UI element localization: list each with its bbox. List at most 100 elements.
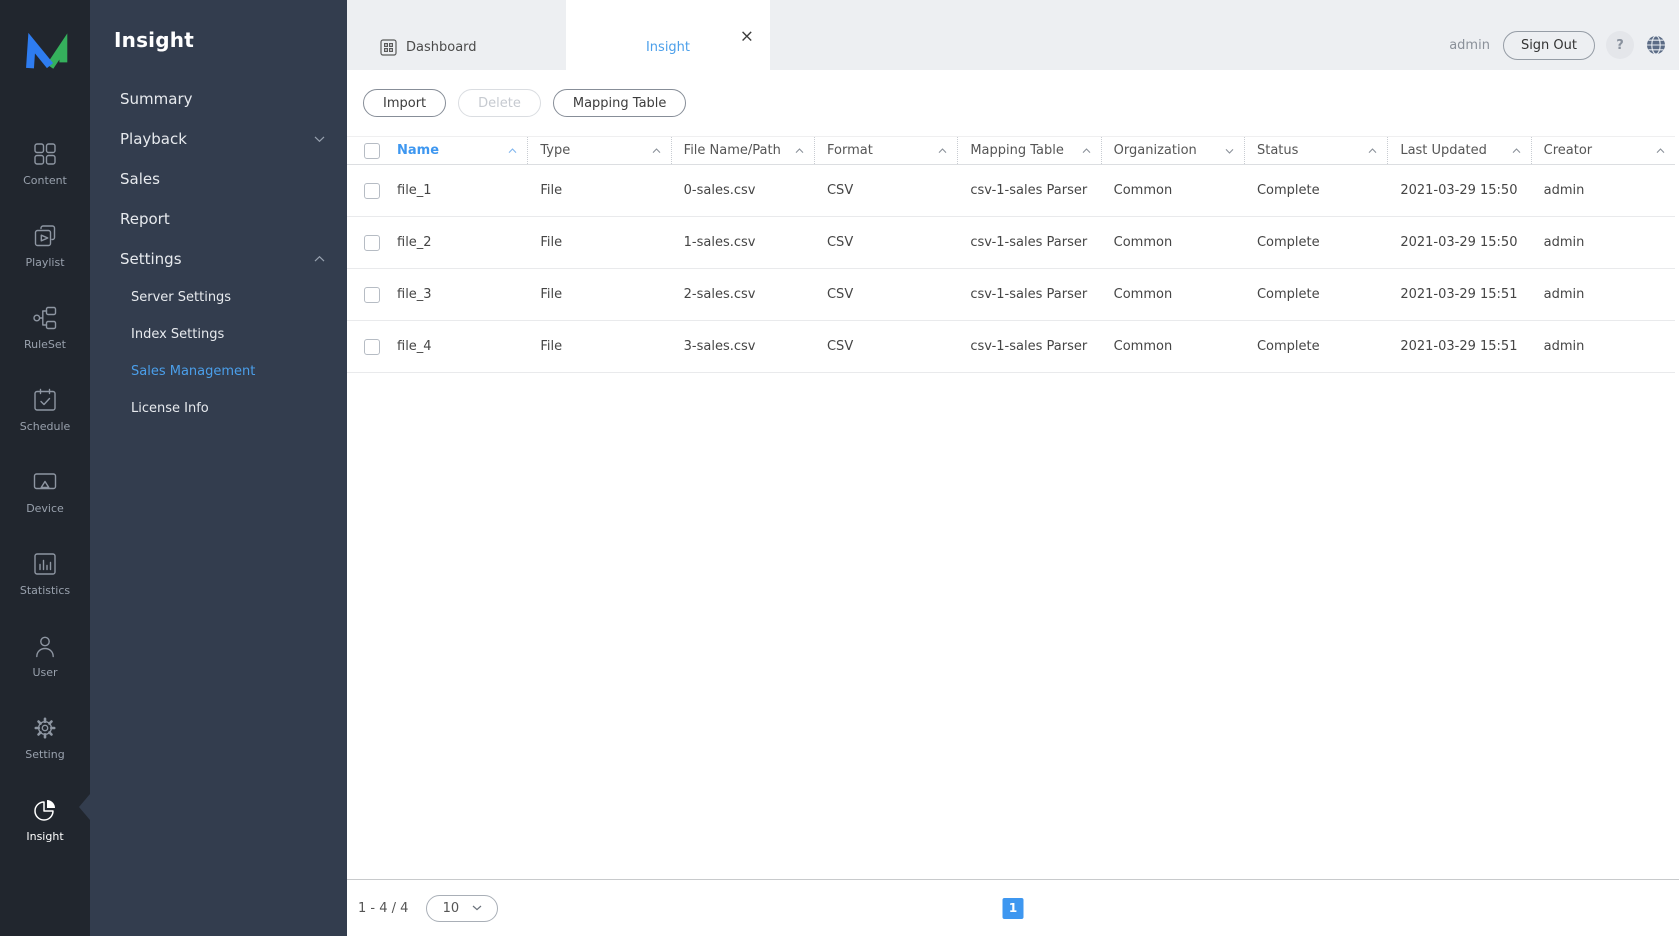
column-header-mapping-table[interactable]: Mapping Table — [958, 137, 1101, 164]
table-row[interactable]: file_2File1-sales.csvCSVcsv-1-sales Pars… — [347, 217, 1675, 269]
column-label: Type — [540, 143, 570, 158]
column-header-type[interactable]: Type — [528, 137, 671, 164]
sidebar-item-license-info[interactable]: License Info — [90, 390, 347, 427]
column-header-creator[interactable]: Creator — [1532, 137, 1675, 164]
rail-item-insight[interactable]: Insight — [0, 796, 90, 848]
rail-item-content[interactable]: Content — [0, 140, 90, 192]
insight-menu-panel: Insight SummaryPlaybackSalesReportSettin… — [90, 0, 347, 936]
column-header-format[interactable]: Format — [815, 137, 958, 164]
cell-type: File — [528, 235, 671, 250]
rail-item-label: RuleSet — [24, 338, 66, 351]
chevron-up-icon — [314, 256, 325, 263]
content-icon — [32, 140, 58, 167]
sidebar-item-server-settings[interactable]: Server Settings — [90, 279, 347, 316]
page-size-value: 10 — [443, 901, 460, 916]
rail-item-user[interactable]: User — [0, 632, 90, 684]
page-size-dropdown[interactable]: 10 — [426, 895, 498, 922]
row-checkbox[interactable] — [364, 235, 380, 251]
rail-item-label: Insight — [26, 830, 63, 843]
row-checkbox[interactable] — [364, 339, 380, 355]
table-row[interactable]: file_4File3-sales.csvCSVcsv-1-sales Pars… — [347, 321, 1675, 373]
page-button-1[interactable]: 1 — [1003, 898, 1024, 919]
rail-item-device[interactable]: Device — [0, 468, 90, 520]
column-label: Status — [1257, 143, 1298, 158]
sidebar-item-report[interactable]: Report — [90, 199, 347, 239]
sort-asc-icon — [1656, 148, 1665, 154]
sidebar-item-index-settings[interactable]: Index Settings — [90, 316, 347, 353]
sort-asc-icon — [1082, 148, 1091, 154]
files-table: Name Type File Name/PathFormat Mapping Tabl… — [347, 136, 1675, 373]
sign-out-button[interactable]: Sign Out — [1503, 31, 1595, 60]
rail-item-schedule[interactable]: Schedule — [0, 386, 90, 438]
cell-name: file_2 — [385, 235, 528, 250]
cell-file-name-path: 1-sales.csv — [672, 235, 815, 250]
user-icon — [32, 632, 58, 659]
cell-mapping-table: csv-1-sales Parser — [958, 287, 1101, 302]
rail-item-statistics[interactable]: Statistics — [0, 550, 90, 602]
cell-format: CSV — [815, 183, 958, 198]
sidebar-item-sales-management[interactable]: Sales Management — [90, 353, 347, 390]
dashboard-icon — [380, 39, 397, 56]
tabs-container: Dashboard Insight × — [347, 0, 770, 70]
delete-button: Delete — [458, 89, 541, 117]
main-area: Dashboard Insight × admin Sign Out ? Impor… — [347, 0, 1679, 936]
column-label: Mapping Table — [970, 143, 1064, 158]
column-header-file-name-path[interactable]: File Name/Path — [672, 137, 815, 164]
rail-item-setting[interactable]: Setting — [0, 714, 90, 766]
rail-item-label: Device — [26, 502, 64, 515]
column-label: Name — [397, 143, 439, 158]
sidebar-item-summary[interactable]: Summary — [90, 79, 347, 119]
column-header-last-updated[interactable]: Last Updated — [1388, 137, 1531, 164]
rail-item-playlist[interactable]: Playlist — [0, 222, 90, 274]
column-label: Last Updated — [1400, 143, 1487, 158]
cell-type: File — [528, 287, 671, 302]
toolbar: Import Delete Mapping Table — [347, 70, 1679, 136]
sidebar-item-playback[interactable]: Playback — [90, 119, 347, 159]
column-header-organization[interactable]: Organization — [1102, 137, 1245, 164]
device-icon — [32, 468, 58, 495]
table-row[interactable]: file_3File2-sales.csvCSVcsv-1-sales Pars… — [347, 269, 1675, 321]
panel-title: Insight — [90, 28, 347, 52]
cell-status: Complete — [1245, 339, 1388, 354]
cell-organization: Common — [1102, 183, 1245, 198]
tab-label: Dashboard — [406, 40, 477, 55]
magicinfo-logo[interactable] — [0, 0, 90, 100]
cell-organization: Common — [1102, 339, 1245, 354]
select-all-checkbox[interactable] — [364, 143, 380, 159]
sidebar-item-sales[interactable]: Sales — [90, 159, 347, 199]
column-header-status[interactable]: Status — [1245, 137, 1388, 164]
cell-organization: Common — [1102, 287, 1245, 302]
row-checkbox[interactable] — [364, 287, 380, 303]
help-button[interactable]: ? — [1606, 31, 1634, 59]
cell-last-updated: 2021-03-29 15:51 — [1388, 339, 1531, 354]
sort-asc-icon — [795, 148, 804, 154]
tab-label: Insight — [646, 40, 690, 55]
close-icon[interactable]: × — [740, 29, 754, 46]
cell-creator: admin — [1532, 235, 1675, 250]
table-row[interactable]: file_1File0-sales.csvCSVcsv-1-sales Pars… — [347, 165, 1675, 217]
mapping-table-button[interactable]: Mapping Table — [553, 89, 687, 117]
username: admin — [1449, 38, 1490, 53]
tab-dashboard[interactable]: Dashboard — [347, 0, 566, 70]
rail-item-label: User — [32, 666, 57, 679]
statistics-icon — [32, 550, 58, 577]
column-header-name[interactable]: Name — [385, 137, 528, 164]
sort-asc-icon — [652, 148, 661, 154]
schedule-icon — [32, 386, 58, 413]
table-body: file_1File0-sales.csvCSVcsv-1-sales Pars… — [347, 165, 1675, 373]
rail-item-ruleset[interactable]: RuleSet — [0, 304, 90, 356]
import-button[interactable]: Import — [363, 89, 446, 117]
insight-icon — [32, 796, 58, 823]
cell-format: CSV — [815, 287, 958, 302]
tab-insight[interactable]: Insight × — [566, 0, 770, 70]
rail-item-label: Playlist — [25, 256, 64, 269]
globe-icon[interactable] — [1645, 34, 1667, 56]
sort-asc-icon — [938, 148, 947, 154]
row-checkbox-cell — [347, 339, 385, 355]
row-checkbox[interactable] — [364, 183, 380, 199]
ruleset-icon — [32, 304, 58, 331]
cell-file-name-path: 2-sales.csv — [672, 287, 815, 302]
cell-creator: admin — [1532, 339, 1675, 354]
sidebar-item-settings[interactable]: Settings — [90, 239, 347, 279]
cell-mapping-table: csv-1-sales Parser — [958, 339, 1101, 354]
